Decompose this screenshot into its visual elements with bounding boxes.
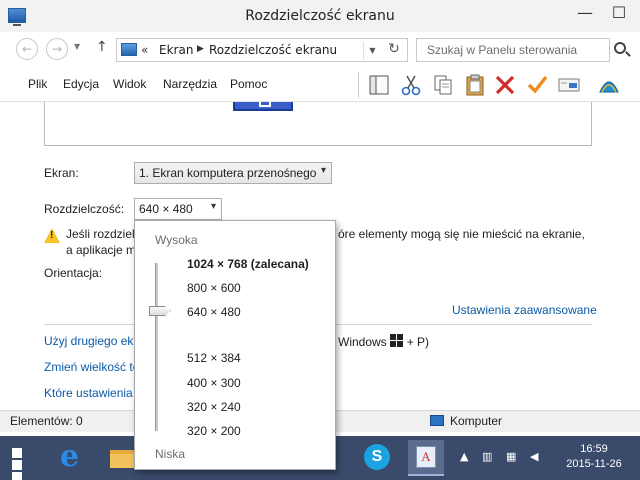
menu-help[interactable]: Pomoc [230, 77, 267, 91]
warning-text-line2: a aplikacje m [66, 243, 137, 257]
windows-logo-icon [389, 334, 404, 348]
orientation-label: Orientacja: [44, 266, 103, 280]
second-screen-link-tail: Windows + P) [338, 334, 429, 349]
second-screen-link[interactable]: Użyj drugiego ekr [44, 334, 137, 348]
slider-low-label: Niska [155, 447, 186, 461]
paste-icon[interactable] [464, 74, 486, 96]
search-icon[interactable] [614, 42, 626, 54]
slider-high-label: Wysoka [155, 233, 198, 247]
menu-view[interactable]: Widok [113, 77, 146, 91]
tray-expand-icon[interactable]: ▲ [460, 450, 468, 463]
internet-explorer-icon[interactable]: e [56, 440, 92, 476]
menu-tools[interactable]: Narzędzia [163, 77, 217, 91]
screen-label: Ekran: [44, 166, 79, 180]
breadcrumb-resolution[interactable]: Rozdzielczość ekranu [209, 43, 337, 57]
minimize-button[interactable]: — [568, 0, 602, 28]
cut-icon[interactable] [400, 74, 422, 96]
clock[interactable]: 16:59 2015-11-26 [562, 442, 626, 472]
which-settings-link[interactable]: Które ustawienia e [44, 386, 143, 400]
resolution-dropdown[interactable]: 640 × 480 ▾ [134, 198, 222, 220]
address-location-icon [121, 43, 137, 56]
items-count: Elementów: 0 [10, 414, 83, 428]
chevron-down-icon: ▾ [210, 201, 216, 212]
screen-dropdown[interactable]: 1. Ekran komputera przenośnego ▾ [134, 162, 332, 184]
warning-icon: ! [44, 228, 60, 243]
title-bar: Rozdzielczość ekranu — ☐ [0, 0, 640, 32]
delete-icon[interactable] [494, 74, 516, 96]
resolution-option[interactable]: 512 × 384 [187, 351, 241, 365]
forward-button[interactable]: → [46, 38, 68, 60]
resolution-slider-track[interactable] [155, 263, 158, 431]
warning-text-start: Jeśli rozdzielc [66, 227, 141, 241]
resolution-option[interactable]: 800 × 600 [187, 281, 241, 295]
recent-locations-chevron-down-icon[interactable]: ▼ [74, 42, 80, 51]
advanced-settings-link[interactable]: Ustawienia zaawansowane [452, 303, 597, 317]
menu-bar: Plik Edycja Widok Narzędzia Pomoc [0, 68, 640, 102]
resolution-dropdown-value: 640 × 480 [139, 202, 193, 216]
clock-date: 2015-11-26 [566, 458, 622, 470]
resolution-option[interactable]: 400 × 300 [187, 376, 241, 390]
toolbar-divider [358, 72, 359, 98]
volume-icon[interactable]: ◀ [530, 450, 538, 463]
refresh-icon[interactable]: ↻ [383, 41, 405, 59]
check-icon[interactable] [526, 74, 548, 96]
breadcrumb-overflow[interactable]: « [141, 43, 148, 57]
clock-time: 16:59 [580, 443, 608, 455]
warning-text-end: óre elementy mogą się nie mieścić na ekr… [338, 227, 585, 241]
computer-icon [430, 415, 444, 426]
resolution-option[interactable]: 320 × 200 [187, 424, 241, 438]
display-icon[interactable] [558, 74, 580, 96]
shortcut-tail: + P) [406, 335, 430, 349]
windows-key-label: Windows [338, 335, 387, 349]
text-size-link[interactable]: Zmień wielkość te [44, 360, 139, 374]
monitor-icon[interactable] [233, 102, 293, 111]
menu-file[interactable]: Plik [28, 77, 47, 91]
shell-icon[interactable] [598, 74, 620, 96]
resolution-label: Rozdzielczość: [44, 202, 125, 216]
address-field[interactable]: « Ekran ▶ Rozdzielczość ekranu ▼ ↻ [116, 38, 408, 62]
skype-icon[interactable]: S [360, 440, 396, 476]
address-bar: ← → ▼ ↑ « Ekran ▶ Rozdzielczość ekranu ▼… [0, 32, 640, 68]
chevron-down-icon: ▾ [320, 165, 326, 176]
resolution-option[interactable]: 320 × 240 [187, 400, 241, 414]
resolution-slider-popup: Wysoka 1024 × 768 (zalecana) 800 × 600 6… [134, 220, 336, 470]
address-history-chevron-down-icon[interactable]: ▼ [363, 42, 381, 60]
menu-edit[interactable]: Edycja [63, 77, 99, 91]
resolution-slider-thumb[interactable] [149, 306, 171, 316]
screen-dropdown-value: 1. Ekran komputera przenośnego [139, 166, 317, 180]
control-panel-task-icon[interactable]: A [408, 440, 444, 476]
properties-pane-icon[interactable] [368, 74, 390, 96]
copy-icon[interactable] [432, 74, 454, 96]
breadcrumb-ekran[interactable]: Ekran [159, 43, 193, 57]
start-button[interactable] [12, 448, 34, 480]
back-button[interactable]: ← [16, 38, 38, 60]
computer-label: Komputer [450, 414, 503, 428]
breadcrumb-separator-icon[interactable]: ▶ [197, 44, 204, 54]
up-button[interactable]: ↑ [96, 39, 108, 55]
window-title: Rozdzielczość ekranu [245, 8, 395, 24]
display-preview [44, 102, 592, 146]
resolution-option[interactable]: 640 × 480 [187, 305, 241, 319]
search-input[interactable]: Szukaj w Panelu sterowania [416, 38, 610, 62]
action-center-flag-icon[interactable]: ▦ [506, 450, 516, 463]
maximize-button[interactable]: ☐ [602, 0, 636, 28]
resolution-option[interactable]: 1024 × 768 (zalecana) [187, 257, 309, 271]
network-icon[interactable]: ▥ [482, 450, 492, 463]
